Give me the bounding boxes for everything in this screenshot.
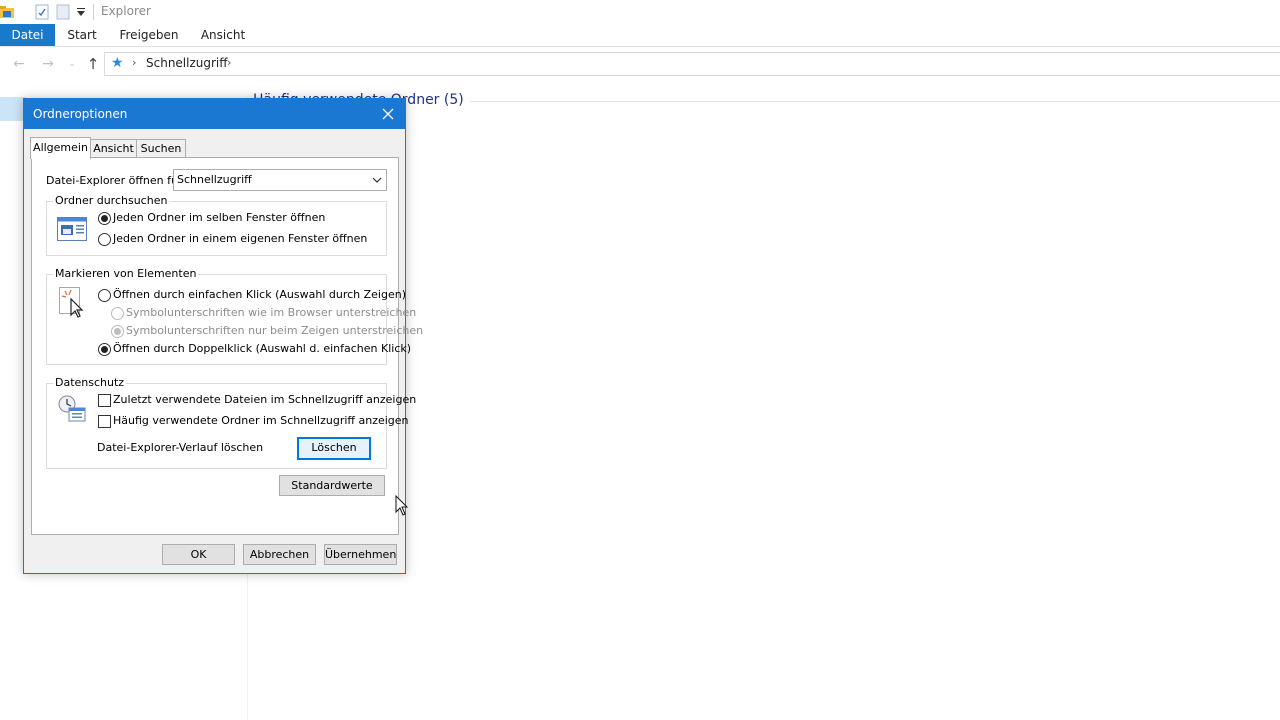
close-icon[interactable] bbox=[379, 104, 397, 125]
own-window-radio[interactable] bbox=[98, 233, 111, 246]
dialog-title: Ordneroptionen bbox=[33, 107, 128, 121]
tab-allgemein[interactable]: Allgemein bbox=[30, 137, 91, 159]
restore-defaults-button[interactable]: Standardwerte bbox=[279, 475, 385, 496]
navigation-bar: ← → ⌄ ↑ ★ › Schnellzugriff › bbox=[0, 47, 1280, 81]
up-arrow-icon[interactable]: ↑ bbox=[84, 55, 102, 73]
folder-icon bbox=[0, 4, 16, 23]
ok-button[interactable]: OK bbox=[162, 544, 235, 565]
click-items-title: Markieren von Elementen bbox=[53, 267, 199, 280]
quick-access-star-icon: ★ bbox=[111, 55, 124, 71]
double-click-radio[interactable] bbox=[98, 343, 111, 356]
ribbon-tab-freigeben[interactable]: Freigeben bbox=[115, 24, 183, 46]
open-for-value: Schnellzugriff bbox=[177, 173, 252, 186]
double-click-label[interactable]: Öffnen durch Doppelklick (Auswahl d. ein… bbox=[113, 342, 411, 355]
ribbon-tab-datei[interactable]: Datei bbox=[0, 24, 55, 46]
own-window-label[interactable]: Jeden Ordner in einem eigenen Fenster öf… bbox=[113, 232, 367, 245]
new-folder-icon[interactable] bbox=[56, 4, 70, 23]
privacy-title: Datenschutz bbox=[53, 376, 127, 389]
history-clock-icon bbox=[57, 394, 87, 427]
recent-files-checkbox[interactable] bbox=[98, 394, 111, 407]
mouse-pointer-icon bbox=[395, 494, 409, 520]
same-window-radio[interactable] bbox=[98, 212, 111, 225]
underline-browser-radio[interactable] bbox=[111, 307, 124, 320]
chevron-down-icon bbox=[372, 174, 382, 188]
address-bar[interactable]: ★ › Schnellzugriff › bbox=[104, 52, 1280, 76]
open-for-label: Datei-Explorer öffnen für: bbox=[46, 174, 187, 187]
recent-locations-chevron-icon[interactable]: ⌄ bbox=[63, 55, 81, 73]
browse-folders-title: Ordner durchsuchen bbox=[53, 194, 170, 207]
breadcrumb-chevron-icon[interactable]: › bbox=[227, 56, 231, 69]
window-browse-icon bbox=[57, 217, 87, 244]
folder-options-dialog: Ordneroptionen Allgemein Ansicht Suchen … bbox=[23, 98, 423, 574]
clear-history-button[interactable]: Löschen bbox=[297, 437, 371, 460]
ribbon-tab-start[interactable]: Start bbox=[62, 24, 102, 46]
ribbon: Datei Start Freigeben Ansicht bbox=[0, 24, 1280, 47]
clear-history-label: Datei-Explorer-Verlauf löschen bbox=[97, 441, 264, 454]
breadcrumb-chevron-icon[interactable]: › bbox=[132, 56, 136, 69]
underline-browser-label: Symbolunterschriften wie im Browser unte… bbox=[126, 306, 417, 319]
properties-icon[interactable] bbox=[35, 4, 49, 23]
single-click-label[interactable]: Öffnen durch einfachen Klick (Auswahl du… bbox=[113, 288, 406, 301]
underline-hover-label: Symbolunterschriften nur beim Zeigen unt… bbox=[126, 324, 424, 337]
frequent-folders-label[interactable]: Häufig verwendete Ordner im Schnellzugri… bbox=[113, 414, 409, 427]
click-items-group: Markieren von Elementen Öffnen durch ein… bbox=[46, 267, 423, 365]
tab-ansicht[interactable]: Ansicht bbox=[89, 139, 138, 158]
single-click-radio[interactable] bbox=[98, 289, 111, 302]
frequent-folders-checkbox[interactable] bbox=[98, 415, 111, 428]
ribbon-tab-ansicht[interactable]: Ansicht bbox=[196, 24, 250, 46]
cancel-button[interactable]: Abbrechen bbox=[243, 544, 316, 565]
pointer-click-icon bbox=[59, 287, 85, 322]
group-divider bbox=[470, 101, 1280, 102]
back-arrow-icon[interactable]: ← bbox=[10, 55, 28, 73]
apply-button[interactable]: Übernehmen bbox=[324, 544, 397, 565]
title-separator bbox=[93, 4, 94, 20]
tab-panel-allgemein: Datei-Explorer öffnen für: Schnellzugrif… bbox=[31, 157, 423, 535]
customize-quick-access-icon[interactable] bbox=[76, 6, 86, 21]
dialog-titlebar[interactable]: Ordneroptionen bbox=[24, 99, 405, 129]
breadcrumb-location[interactable]: Schnellzugriff bbox=[146, 56, 228, 70]
explorer-titlebar: Explorer bbox=[0, 0, 1280, 24]
underline-hover-radio[interactable] bbox=[111, 325, 124, 338]
same-window-label[interactable]: Jeden Ordner im selben Fenster öffnen bbox=[113, 211, 325, 224]
browse-folders-group: Ordner durchsuchen Jeden Ordner im selbe… bbox=[46, 194, 387, 256]
privacy-group: Datenschutz Zuletzt verwendete Dateien i… bbox=[46, 376, 416, 469]
forward-arrow-icon[interactable]: → bbox=[39, 55, 57, 73]
recent-files-label[interactable]: Zuletzt verwendete Dateien im Schnellzug… bbox=[113, 393, 416, 406]
open-for-dropdown[interactable]: Schnellzugriff bbox=[173, 169, 387, 191]
window-title: Explorer bbox=[101, 4, 151, 18]
tab-suchen[interactable]: Suchen bbox=[136, 139, 186, 158]
